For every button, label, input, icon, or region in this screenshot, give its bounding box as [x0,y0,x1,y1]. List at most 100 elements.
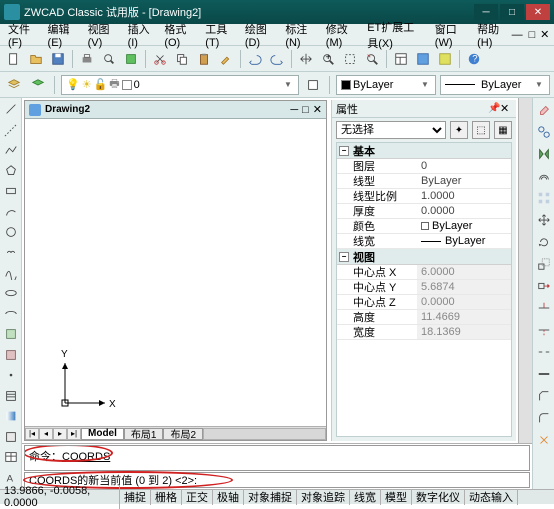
model-tab[interactable]: Model [81,428,124,440]
status-otrack[interactable]: 对象追踪 [297,489,350,505]
table-tool[interactable] [1,448,21,466]
properties-button[interactable] [391,49,411,69]
layer-previous-button[interactable] [28,75,48,95]
command-input[interactable] [197,475,525,486]
move-tool[interactable] [534,210,554,230]
polyline-tool[interactable] [1,141,21,159]
copy-tool[interactable] [534,122,554,142]
layer-manager-button[interactable] [4,75,24,95]
drawing-maximize-button[interactable]: □ [302,104,309,116]
gradient-tool[interactable] [1,407,21,425]
status-osnap[interactable]: 对象捕捉 [244,489,297,505]
ellipse-arc-tool[interactable] [1,305,21,323]
point-tool[interactable] [1,366,21,384]
print-button[interactable] [77,49,97,69]
hatch-tool[interactable] [1,387,21,405]
ellipse-tool[interactable] [1,284,21,302]
stretch-tool[interactable] [534,276,554,296]
menu-insert[interactable]: 插入(I) [122,19,159,51]
tab-first-button[interactable]: |◂ [25,428,39,440]
layout1-tab[interactable]: 布局1 [124,428,164,440]
line-tool[interactable] [1,100,21,118]
menu-file[interactable]: 文件(F) [2,19,42,51]
polygon-tool[interactable] [1,161,21,179]
preview-button[interactable] [99,49,119,69]
menu-help[interactable]: 帮助(H) [471,19,511,51]
scale-tool[interactable] [534,254,554,274]
fillet-tool[interactable] [534,408,554,428]
cut-button[interactable] [150,49,170,69]
erase-tool[interactable] [534,100,554,120]
mdi-close-icon[interactable]: ✕ [539,28,550,42]
status-grid[interactable]: 栅格 [151,489,182,505]
zoom-window-button[interactable] [340,49,360,69]
revcloud-tool[interactable] [1,243,21,261]
menu-tools[interactable]: 工具(T) [199,19,239,51]
section-view[interactable]: −视图 [337,249,511,265]
menu-format[interactable]: 格式(O) [158,19,199,51]
status-dyn[interactable]: 动态输入 [465,489,518,505]
menu-dimension[interactable]: 标注(N) [279,19,319,51]
panel-close-button[interactable]: ✕ [500,102,512,115]
new-button[interactable] [4,49,24,69]
hscrollbar[interactable] [203,428,326,440]
drawing-minimize-button[interactable]: ─ [290,104,298,116]
status-tablet[interactable]: 数字化仪 [412,489,465,505]
prop-layer-value[interactable]: 0 [417,159,511,173]
offset-tool[interactable] [534,166,554,186]
selection-dropdown[interactable]: 无选择 [336,121,446,139]
status-ortho[interactable]: 正交 [182,489,213,505]
rotate-tool[interactable] [534,232,554,252]
copy-button[interactable] [172,49,192,69]
quick-select-button[interactable]: ✦ [450,121,468,139]
tab-prev-button[interactable]: ◂ [39,428,53,440]
zoom-realtime-button[interactable]: + [318,49,338,69]
drawing-canvas[interactable]: Y X [25,119,326,426]
menu-draw[interactable]: 绘图(D) [239,19,279,51]
toggle-pickadd-button[interactable]: ▦ [494,121,512,139]
prop-ltscale-value[interactable]: 1.0000 [417,189,511,203]
trim-tool[interactable] [534,298,554,318]
tab-next-button[interactable]: ▸ [53,428,67,440]
layer-states-button[interactable] [303,75,323,95]
xline-tool[interactable] [1,120,21,138]
rectangle-tool[interactable] [1,182,21,200]
linetype-dropdown[interactable]: ByLayer ▼ [440,75,550,95]
menu-window[interactable]: 窗口(W) [429,19,471,51]
mdi-restore-icon[interactable]: — [512,28,523,42]
status-model[interactable]: 模型 [381,489,412,505]
section-basic[interactable]: −基本 [337,143,511,159]
design-center-button[interactable] [413,49,433,69]
mirror-tool[interactable] [534,144,554,164]
undo-button[interactable] [245,49,265,69]
close-button[interactable]: ✕ [526,4,550,20]
save-button[interactable] [48,49,68,69]
status-lwt[interactable]: 线宽 [350,489,381,505]
join-tool[interactable] [534,364,554,384]
tab-last-button[interactable]: ▸| [67,428,81,440]
mdi-max-icon[interactable]: □ [527,28,538,42]
collapse-icon[interactable]: − [339,146,349,156]
help-button[interactable]: ? [464,49,484,69]
arc-tool[interactable] [1,202,21,220]
extend-tool[interactable] [534,320,554,340]
menu-edit[interactable]: 编辑(E) [42,19,82,51]
status-coords[interactable]: 13.9866, -0.0058, 0.0000 [0,485,120,509]
layout2-tab[interactable]: 布局2 [163,428,203,440]
redo-button[interactable] [267,49,287,69]
array-tool[interactable] [534,188,554,208]
insert-block-tool[interactable] [1,325,21,343]
publish-button[interactable] [121,49,141,69]
color-dropdown[interactable]: ByLayer ▼ [336,75,436,95]
region-tool[interactable] [1,428,21,446]
pin-icon[interactable]: 📌 [488,103,500,114]
drawing-close-button[interactable]: ✕ [313,103,322,116]
collapse-icon[interactable]: − [339,252,349,262]
pan-button[interactable] [296,49,316,69]
make-block-tool[interactable] [1,346,21,364]
prop-thickness-value[interactable]: 0.0000 [417,204,511,218]
layer-dropdown[interactable]: 💡 ☀ 🔓 🖶 0 ▼ [61,75,299,95]
status-polar[interactable]: 极轴 [213,489,244,505]
paste-button[interactable] [194,49,214,69]
menu-view[interactable]: 视图(V) [82,19,122,51]
